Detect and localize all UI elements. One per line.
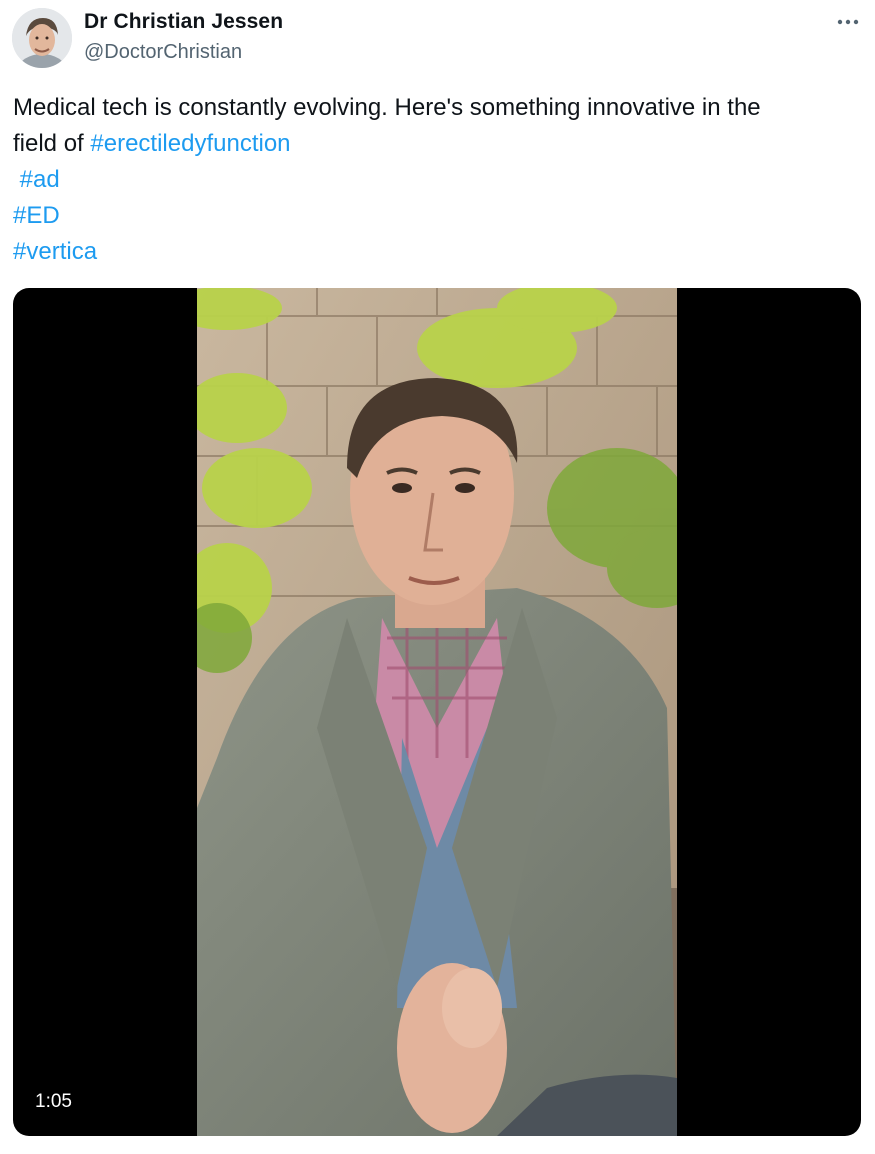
video-thumbnail-image bbox=[197, 288, 677, 1136]
tweet-text-line-3: #ad bbox=[13, 162, 853, 198]
author-avatar[interactable] bbox=[12, 8, 72, 68]
author-handle[interactable]: @DoctorChristian bbox=[84, 41, 242, 64]
video-frame bbox=[197, 288, 677, 1136]
video-duration: 1:05 bbox=[35, 1091, 72, 1112]
tweet-text: Medical tech is constantly evolving. Her… bbox=[13, 90, 853, 270]
user-avatar-icon bbox=[12, 8, 72, 68]
video-player[interactable]: 1:05 bbox=[13, 288, 861, 1136]
hashtag-link[interactable]: #ad bbox=[20, 166, 60, 193]
more-options-button[interactable] bbox=[832, 8, 864, 36]
hashtag-link[interactable]: #ED bbox=[13, 202, 60, 229]
tweet-text-line-4: #ED bbox=[13, 198, 853, 234]
more-horizontal-icon bbox=[837, 19, 859, 25]
author-name[interactable]: Dr Christian Jessen bbox=[84, 10, 283, 34]
tweet-text-line-2: field of #erectiledyfunction bbox=[13, 126, 853, 162]
tweet: Dr Christian Jessen @DoctorChristian Med… bbox=[0, 0, 875, 1154]
tweet-text-line-1: Medical tech is constantly evolving. Her… bbox=[13, 94, 761, 121]
tweet-text-line-5: #vertica bbox=[13, 234, 853, 270]
tweet-text-prefix: field of bbox=[13, 130, 91, 157]
hashtag-link[interactable]: #vertica bbox=[13, 238, 97, 265]
hashtag-link[interactable]: #erectiledyfunction bbox=[90, 130, 290, 157]
